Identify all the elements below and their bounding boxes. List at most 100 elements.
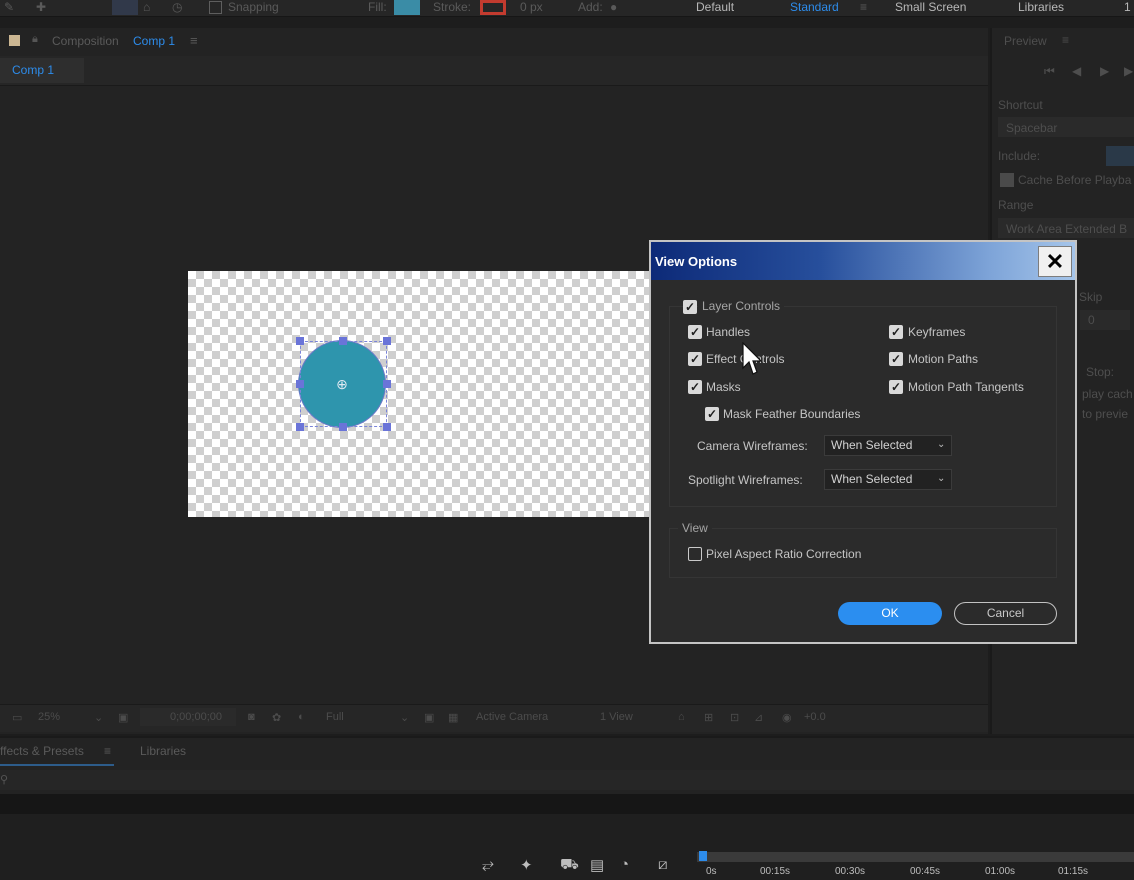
selection-handle[interactable] [383, 337, 391, 345]
fill-color-swatch[interactable] [394, 0, 420, 15]
frame-blending-icon[interactable]: ▤ [590, 856, 604, 874]
toggle-pixel-icon[interactable]: ⊞ [704, 711, 713, 724]
pin-tool-icon[interactable]: ✚ [36, 0, 46, 15]
shortcut-label: Shortcut [998, 98, 1043, 112]
cache-checkbox[interactable] [1000, 173, 1014, 187]
workspace-libraries[interactable]: Libraries [1018, 0, 1064, 15]
keyframes-label: Keyframes [908, 325, 966, 339]
spotlight-wireframes-label: Spotlight Wireframes: [688, 473, 803, 487]
close-icon[interactable]: ✕ [1038, 246, 1072, 277]
add-icon[interactable]: ● [610, 0, 617, 15]
lock-icon[interactable]: 🔒︎ [32, 33, 38, 46]
camera-wireframes-value: When Selected [831, 438, 913, 452]
align-tool-icon[interactable] [112, 0, 138, 15]
zoom-select[interactable]: 25% [38, 711, 60, 723]
draft-3d-icon[interactable]: ✦ [520, 856, 533, 874]
exposure-value[interactable]: +0.0 [804, 711, 826, 723]
flowchart-icon[interactable]: ⊿ [754, 711, 763, 724]
ok-button[interactable]: OK [838, 602, 942, 625]
3d-view-icon[interactable]: ⊡ [730, 711, 739, 724]
views-select[interactable]: 1 View [600, 711, 633, 723]
effects-menu-icon[interactable]: ≡ [104, 744, 111, 758]
stroke-width[interactable]: 0 px [520, 0, 543, 15]
timeline-tick: 01:15s [1058, 866, 1089, 877]
monitor-icon[interactable]: ▭ [12, 711, 22, 724]
add-label: Add: [578, 0, 603, 14]
composition-header-name[interactable]: Comp 1 [133, 34, 175, 48]
mask-feather-checkbox[interactable]: ✓ [705, 407, 719, 421]
previous-frame-icon[interactable]: ◀︎ [1072, 64, 1081, 78]
workspace-standard[interactable]: Standard [790, 0, 839, 15]
anchor-point-icon[interactable]: ⊕ [334, 376, 350, 392]
hide-shy-layers-icon[interactable]: ⛟ [560, 856, 579, 875]
dialog-title: View Options [655, 254, 738, 269]
effects-search-input[interactable] [0, 770, 1134, 790]
region-icon[interactable]: ▣ [118, 711, 128, 724]
timeline-tick: 00:30s [835, 866, 866, 877]
stroke-color-swatch[interactable] [480, 0, 506, 15]
zoom-dropdown-icon[interactable]: ⌄ [94, 711, 103, 724]
active-tab-underline [0, 764, 114, 766]
snapshot-icon[interactable]: ◙ [248, 711, 255, 723]
selection-handle[interactable] [383, 423, 391, 431]
timeline-ruler[interactable] [697, 852, 1134, 862]
mouse-cursor-icon [742, 341, 763, 379]
selection-handle[interactable] [296, 337, 304, 345]
keyframes-checkbox[interactable]: ✓ [889, 325, 903, 339]
timeline-tick: 01:00s [985, 866, 1016, 877]
composition-canvas[interactable] [188, 271, 650, 517]
fast-preview-icon[interactable]: ▣ [424, 711, 434, 724]
reset-exposure-icon[interactable]: ⌂ [678, 711, 685, 723]
workspace-more[interactable]: 1 [1124, 0, 1131, 15]
color-channels-icon[interactable]: ✿ [272, 711, 281, 724]
tab-libraries[interactable]: Libraries [140, 744, 186, 758]
composition-flowchart-icon[interactable]: ⥂ [482, 856, 494, 873]
resolution-dropdown-icon[interactable]: ⌄ [400, 711, 409, 724]
workspace-small-screen[interactable]: Small Screen [895, 0, 966, 15]
effect-controls-checkbox[interactable]: ✓ [688, 352, 702, 366]
camera-select[interactable]: Active Camera [476, 711, 548, 723]
selection-handle[interactable] [339, 423, 347, 431]
camera-wireframes-select[interactable]: When Selected [824, 435, 952, 456]
panel-close-icon[interactable] [9, 35, 20, 46]
preview-title: Preview [1004, 34, 1047, 48]
resolution-select[interactable]: Full [326, 711, 344, 723]
tab-effects-presets[interactable]: ffects & Presets [0, 744, 84, 758]
resolution-color-icon[interactable]: ◐ [298, 711, 305, 723]
preview-menu-icon[interactable]: ≡ [1062, 33, 1069, 47]
layer-controls-checkbox[interactable]: ✓ [683, 300, 697, 314]
pixel-aspect-checkbox[interactable] [688, 547, 702, 561]
exposure-icon[interactable]: ◉ [782, 711, 792, 724]
first-frame-icon[interactable]: ⏮ [1044, 64, 1055, 79]
fill-label: Fill: [368, 0, 387, 14]
chevron-down-icon: ⌄ [937, 439, 946, 450]
playhead[interactable] [699, 851, 707, 861]
selection-handle[interactable] [296, 380, 304, 388]
graph-editor-icon[interactable]: ⧄ [658, 856, 668, 873]
panel-menu-icon[interactable]: ≡ [190, 33, 198, 48]
selection-handle[interactable] [296, 423, 304, 431]
snapping-checkbox[interactable] [209, 1, 222, 14]
masks-checkbox[interactable]: ✓ [688, 380, 702, 394]
motion-path-tangents-checkbox[interactable]: ✓ [889, 380, 903, 394]
layer-controls-label: Layer Controls [698, 299, 785, 313]
workspace-menu-icon[interactable]: ≡ [860, 0, 867, 15]
mask-feather-label: Mask Feather Boundaries [723, 407, 861, 421]
handles-checkbox[interactable]: ✓ [688, 325, 702, 339]
play-icon[interactable]: ▶︎ [1100, 64, 1109, 78]
include-audio-toggle[interactable] [1106, 146, 1134, 166]
transparency-grid-icon[interactable]: ▦ [448, 711, 458, 724]
tab-comp-1[interactable]: Comp 1 [0, 58, 84, 83]
shape-tool-icon[interactable]: ⌂ [143, 0, 150, 15]
selection-handle[interactable] [383, 380, 391, 388]
motion-paths-checkbox[interactable]: ✓ [889, 352, 903, 366]
motion-blur-icon[interactable]: ◔ [620, 856, 629, 873]
next-frame-icon[interactable]: ▶︎ [1124, 64, 1133, 78]
include-label: Include: [998, 149, 1041, 163]
selection-handle[interactable] [339, 337, 347, 345]
spotlight-wireframes-select[interactable]: When Selected [824, 469, 952, 490]
workspace-default[interactable]: Default [696, 0, 734, 15]
rotate-tool-icon[interactable]: ◷ [172, 0, 182, 15]
pen-tool-icon[interactable]: ✎ [4, 0, 14, 15]
cancel-button[interactable]: Cancel [954, 602, 1057, 625]
